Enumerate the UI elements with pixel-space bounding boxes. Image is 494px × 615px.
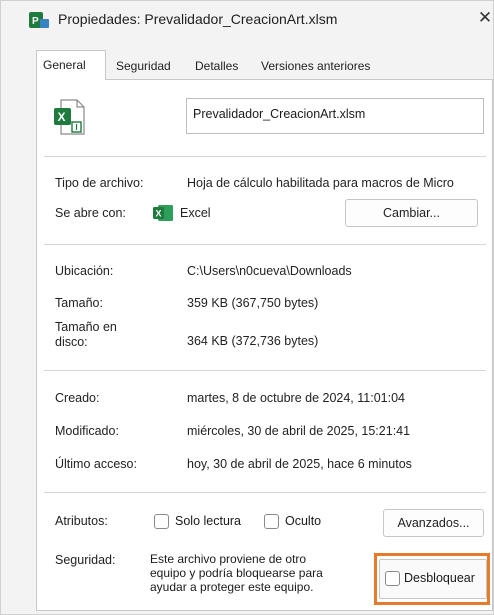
modified-value: miércoles, 30 de abril de 2025, 15:21:41: [187, 424, 411, 438]
hidden-label: Oculto: [285, 514, 322, 528]
svg-text:P: P: [32, 16, 39, 27]
divider: [44, 370, 486, 371]
divider: [44, 244, 486, 245]
size-label: Tamaño:: [55, 296, 103, 310]
security-message-line3: ayudar a proteger este equipo.: [150, 580, 314, 594]
location-value: C:\Users\n0cueva\Downloads: [187, 264, 352, 278]
tab-previous-versions[interactable]: Versiones anteriores: [255, 53, 376, 79]
tab-general[interactable]: General: [36, 50, 106, 80]
svg-text:X: X: [156, 209, 162, 219]
close-icon[interactable]: ✕: [476, 8, 494, 28]
read-only-checkbox[interactable]: [154, 514, 169, 529]
change-button[interactable]: Cambiar...: [345, 199, 478, 227]
size-on-disk-value: 364 KB (372,736 bytes): [187, 334, 319, 348]
size-on-disk-label-line2: disco:: [55, 335, 88, 349]
modified-label: Modificado:: [55, 424, 119, 438]
size-on-disk-label: Tamaño en disco:: [55, 320, 117, 350]
excel-file-icon: X: [54, 99, 85, 135]
divider: [44, 156, 486, 157]
attributes-label: Atributos:: [55, 514, 108, 528]
opens-with-value: Excel: [180, 206, 211, 220]
created-value: martes, 8 de octubre de 2024, 11:01:04: [187, 391, 405, 405]
tab-details[interactable]: Detalles: [189, 53, 244, 79]
hidden-checkbox[interactable]: [264, 514, 279, 529]
file-type-label: Tipo de archivo:: [55, 176, 144, 190]
file-name-field[interactable]: Prevalidador_CreacionArt.xlsm: [186, 98, 484, 134]
svg-text:X: X: [58, 110, 66, 124]
highlight-annotation: [374, 553, 490, 605]
security-label: Seguridad:: [55, 553, 116, 567]
divider: [44, 492, 486, 493]
location-label: Ubicación:: [55, 264, 114, 278]
security-message-line2: equipo y podría bloquearse para: [150, 566, 323, 580]
last-accessed-label: Último acceso:: [55, 457, 137, 471]
window-title: Propiedades: Prevalidador_CreacionArt.xl…: [58, 11, 338, 27]
read-only-label: Solo lectura: [175, 514, 242, 528]
file-properties-icon: P: [29, 12, 49, 28]
security-message: Este archivo proviene de otro equipo y p…: [150, 552, 323, 594]
size-on-disk-label-line1: Tamaño en: [55, 320, 117, 334]
tab-security[interactable]: Seguridad: [110, 53, 177, 79]
last-accessed-value: hoy, 30 de abril de 2025, hace 6 minutos: [187, 457, 412, 471]
excel-app-icon: X: [153, 205, 173, 221]
advanced-button[interactable]: Avanzados...: [383, 509, 484, 537]
title-bar: P Propiedades: Prevalidador_CreacionArt.…: [0, 0, 494, 42]
opens-with-label: Se abre con:: [55, 206, 126, 220]
created-label: Creado:: [55, 391, 100, 405]
size-value: 359 KB (367,750 bytes): [187, 296, 319, 310]
security-message-line1: Este archivo proviene de otro: [150, 552, 307, 566]
file-type-value: Hoja de cálculo habilitada para macros d…: [187, 176, 454, 190]
